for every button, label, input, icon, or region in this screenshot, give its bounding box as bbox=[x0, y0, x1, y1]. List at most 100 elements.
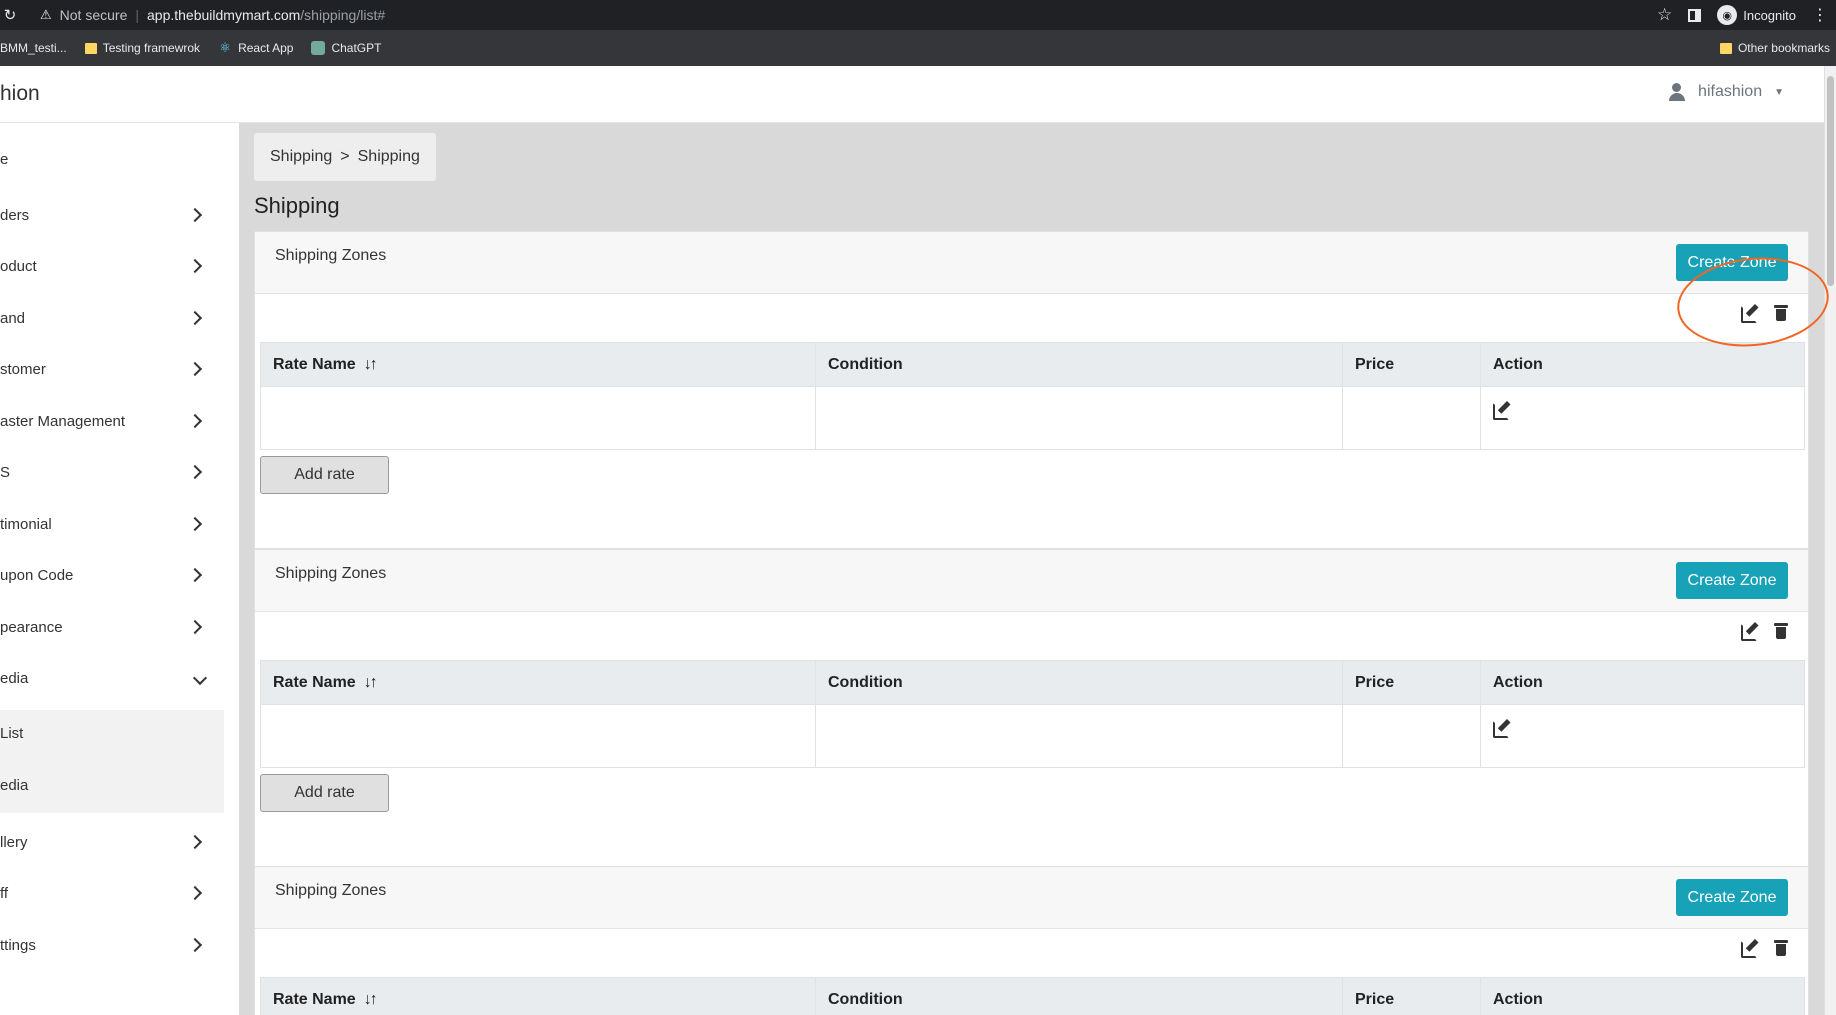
submenu-item-list[interactable]: List bbox=[0, 725, 23, 742]
bookmark-label: React App bbox=[238, 41, 294, 55]
zone-card-header: Shipping Zones Create Zone bbox=[255, 550, 1808, 612]
sidebar-item-gallery[interactable]: llery bbox=[0, 820, 224, 864]
column-header-condition: Condition bbox=[815, 660, 1343, 705]
submenu-item-media[interactable]: edia bbox=[0, 777, 28, 794]
column-header-action: Action bbox=[1480, 977, 1805, 1015]
zone-title: Shipping Zones bbox=[275, 565, 387, 582]
column-header-price: Price bbox=[1342, 660, 1481, 705]
other-bookmarks[interactable]: Other bookmarks bbox=[1719, 30, 1830, 66]
sidebar-item-label: ff bbox=[0, 884, 9, 902]
chevron-right-icon bbox=[187, 207, 203, 223]
trash-icon[interactable] bbox=[1774, 304, 1788, 321]
add-rate-button[interactable]: Add rate bbox=[260, 456, 389, 494]
rates-table: Rate Name ↓↑ Condition Price Action bbox=[260, 977, 1805, 1015]
brand-name[interactable]: hion bbox=[0, 82, 40, 106]
breadcrumb-item[interactable]: Shipping bbox=[358, 148, 420, 166]
sidebar-item-staff[interactable]: ff bbox=[0, 871, 224, 915]
breadcrumb-item[interactable]: Shipping bbox=[270, 148, 332, 166]
chevron-right-icon bbox=[187, 885, 203, 901]
bookmark-item[interactable]: BMM_testi... bbox=[0, 41, 67, 55]
page-scrollbar[interactable] bbox=[1824, 66, 1836, 1015]
app-header: hion hifashion ▼ bbox=[0, 66, 1824, 123]
chevron-right-icon bbox=[187, 567, 203, 583]
sidebar-item-cms[interactable]: S bbox=[0, 450, 224, 494]
sidebar-item-customer[interactable]: stomer bbox=[0, 347, 224, 391]
cell-condition bbox=[815, 704, 1343, 768]
page-title: Shipping bbox=[254, 193, 340, 218]
bookmark-label: ChatGPT bbox=[331, 41, 382, 55]
column-header-rate-name[interactable]: Rate Name ↓↑ bbox=[260, 660, 816, 705]
bookmark-star-icon[interactable]: ☆ bbox=[1657, 5, 1672, 25]
shipping-zone-card: Shipping Zones Create Zone Rate Name ↓↑ C… bbox=[254, 866, 1809, 1015]
sidebar-item-master-management[interactable]: aster Management bbox=[0, 399, 224, 443]
sidebar-item-orders[interactable]: ders bbox=[0, 193, 224, 237]
column-header-condition: Condition bbox=[815, 342, 1343, 387]
sidebar-item-product[interactable]: oduct bbox=[0, 244, 224, 288]
reload-icon[interactable]: ↻ bbox=[0, 6, 20, 24]
chevron-right-icon bbox=[187, 361, 203, 377]
url-field[interactable]: app.thebuildmymart.com/shipping/list# bbox=[147, 7, 385, 23]
zone-actions bbox=[1741, 622, 1788, 641]
bookmark-item[interactable]: ⚛ React App bbox=[218, 41, 294, 56]
cell-condition bbox=[815, 386, 1343, 450]
column-header-rate-name[interactable]: Rate Name ↓↑ bbox=[260, 342, 816, 387]
sidebar-item-media[interactable]: edia bbox=[0, 656, 224, 700]
bookmark-label: BMM_testi... bbox=[0, 41, 67, 55]
cell-action bbox=[1480, 386, 1805, 450]
zone-card-header: Shipping Zones Create Zone bbox=[255, 867, 1808, 929]
sidebar-item-label: ders bbox=[0, 206, 30, 224]
browser-menu-icon[interactable]: ⋮ bbox=[1812, 5, 1828, 25]
sidebar-item-testimonial[interactable]: timonial bbox=[0, 502, 224, 546]
sidebar-item-label: stomer bbox=[0, 360, 46, 378]
url-divider: | bbox=[135, 7, 139, 23]
edit-icon[interactable] bbox=[1493, 719, 1510, 738]
sidebar: e ders oduct and stomer aster Management… bbox=[0, 123, 239, 1015]
sidebar-item-home[interactable]: e bbox=[0, 137, 224, 181]
incognito-indicator[interactable]: ◉ Incognito bbox=[1717, 5, 1796, 25]
browser-address-bar: ↻ ⚠ Not secure | app.thebuildmymart.com/… bbox=[0, 0, 1836, 30]
cell-price bbox=[1342, 704, 1481, 768]
sidebar-item-coupon-code[interactable]: upon Code bbox=[0, 553, 224, 597]
chatgpt-icon bbox=[311, 41, 326, 55]
sidebar-item-settings[interactable]: ttings bbox=[0, 923, 224, 967]
zone-title: Shipping Zones bbox=[275, 882, 387, 899]
security-label[interactable]: Not secure bbox=[60, 7, 128, 23]
sort-icon[interactable]: ↓↑ bbox=[364, 356, 378, 373]
trash-icon[interactable] bbox=[1774, 939, 1788, 956]
incognito-label: Incognito bbox=[1743, 7, 1796, 23]
edit-icon[interactable] bbox=[1493, 401, 1510, 420]
edit-icon[interactable] bbox=[1741, 304, 1758, 323]
table-row bbox=[260, 386, 1805, 450]
edit-icon[interactable] bbox=[1741, 939, 1758, 958]
user-menu[interactable]: hifashion ▼ bbox=[1668, 83, 1784, 101]
user-icon bbox=[1668, 83, 1686, 101]
create-zone-button[interactable]: Create Zone bbox=[1676, 244, 1788, 281]
chevron-down-icon bbox=[192, 670, 208, 686]
shipping-zone-card: Shipping Zones Create Zone Rate Name ↓↑ C… bbox=[254, 549, 1809, 867]
add-rate-button[interactable]: Add rate bbox=[260, 774, 389, 812]
chevron-right-icon bbox=[187, 834, 203, 850]
bookmark-item[interactable]: ChatGPT bbox=[311, 41, 381, 55]
trash-icon[interactable] bbox=[1774, 622, 1788, 639]
url-path: /shipping/list# bbox=[300, 7, 386, 23]
column-header-rate-name[interactable]: Rate Name ↓↑ bbox=[260, 977, 816, 1015]
sidebar-item-label: pearance bbox=[0, 618, 63, 636]
create-zone-button[interactable]: Create Zone bbox=[1676, 879, 1788, 916]
side-panel-icon[interactable] bbox=[1688, 8, 1702, 22]
chevron-right-icon bbox=[187, 413, 203, 429]
chevron-right-icon bbox=[187, 464, 203, 480]
column-header-price: Price bbox=[1342, 342, 1481, 387]
sort-icon[interactable]: ↓↑ bbox=[364, 991, 378, 1008]
column-label: Rate Name bbox=[273, 355, 356, 373]
media-submenu: List edia bbox=[0, 710, 224, 813]
sort-icon[interactable]: ↓↑ bbox=[364, 674, 378, 691]
create-zone-button[interactable]: Create Zone bbox=[1676, 562, 1788, 599]
sidebar-item-brand[interactable]: and bbox=[0, 296, 224, 340]
sidebar-item-appearance[interactable]: pearance bbox=[0, 605, 224, 649]
edit-icon[interactable] bbox=[1741, 622, 1758, 641]
url-host: app.thebuildmymart.com bbox=[147, 7, 301, 23]
zone-actions bbox=[1741, 939, 1788, 958]
scrollbar-thumb[interactable] bbox=[1827, 76, 1834, 286]
bookmark-item[interactable]: Testing framewrok bbox=[84, 41, 200, 55]
caret-down-icon: ▼ bbox=[1774, 86, 1784, 98]
